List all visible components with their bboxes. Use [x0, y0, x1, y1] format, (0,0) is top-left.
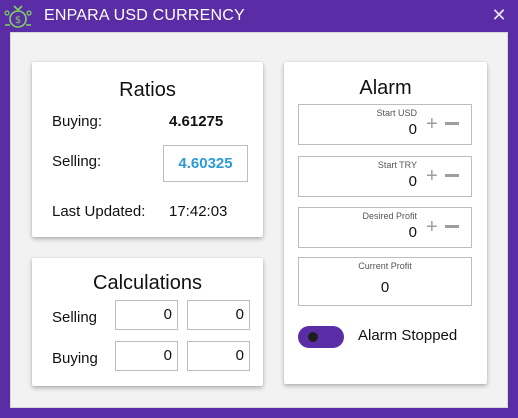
desired-profit-minus-button[interactable] — [445, 225, 459, 228]
start-try-plus-button[interactable]: + — [426, 166, 438, 186]
start-try-caption: Start TRY — [377, 160, 417, 170]
alarm-card: Alarm Start USD 0 + Start TRY 0 + Desire… — [284, 62, 487, 384]
selling-label: Selling: — [52, 153, 102, 170]
toggle-knob — [308, 332, 318, 342]
start-usd-plus-button[interactable]: + — [426, 114, 438, 134]
calc-selling-label: Selling — [52, 309, 98, 326]
main-panel: Ratios Buying: 4.61275 Selling: 4.60325 … — [10, 32, 508, 408]
svg-text:$: $ — [15, 15, 21, 26]
last-updated-value: 17:42:03 — [169, 203, 228, 220]
desired-profit-field[interactable]: Desired Profit 0 + — [298, 207, 472, 248]
calc-buying-label: Buying — [52, 350, 98, 367]
selling-input-1[interactable]: 0 — [115, 300, 178, 330]
selling-input-2[interactable]: 0 — [187, 300, 250, 330]
selling-value: 4.60325 — [163, 145, 248, 182]
desired-profit-plus-button[interactable]: + — [426, 217, 438, 237]
window-title: ENPARA USD CURRENCY — [44, 7, 245, 24]
alarm-status-label: Alarm Stopped — [358, 327, 458, 344]
desired-profit-caption: Desired Profit — [362, 211, 417, 221]
buying-value: 4.61275 — [169, 113, 224, 130]
start-try-value[interactable]: 0 — [409, 173, 417, 190]
current-profit-caption: Current Profit — [358, 261, 412, 271]
title-bar: $ ENPARA USD CURRENCY ✕ — [0, 0, 518, 32]
start-try-minus-button[interactable] — [445, 174, 459, 177]
current-profit-value: 0 — [380, 279, 390, 296]
close-button[interactable]: ✕ — [490, 6, 508, 24]
last-updated-label: Last Updated: — [52, 203, 146, 220]
calculations-title: Calculations — [93, 272, 202, 294]
desired-profit-value[interactable]: 0 — [409, 224, 417, 241]
ratios-title: Ratios — [119, 79, 176, 101]
money-bag-icon: $ — [4, 3, 32, 29]
start-usd-caption: Start USD — [376, 108, 417, 118]
alarm-title: Alarm — [359, 77, 412, 99]
buying-input-2[interactable]: 0 — [187, 341, 250, 371]
calculations-card: Calculations Selling 0 0 Buying 0 0 — [32, 258, 263, 386]
current-profit-field: Current Profit 0 — [298, 257, 472, 306]
start-try-field[interactable]: Start TRY 0 + — [298, 156, 472, 197]
alarm-toggle[interactable] — [298, 326, 344, 348]
start-usd-field[interactable]: Start USD 0 + — [298, 104, 472, 145]
start-usd-minus-button[interactable] — [445, 122, 459, 125]
ratios-card: Ratios Buying: 4.61275 Selling: 4.60325 … — [32, 62, 263, 237]
start-usd-value[interactable]: 0 — [409, 121, 417, 138]
buying-label: Buying: — [52, 113, 103, 130]
buying-input-1[interactable]: 0 — [115, 341, 178, 371]
